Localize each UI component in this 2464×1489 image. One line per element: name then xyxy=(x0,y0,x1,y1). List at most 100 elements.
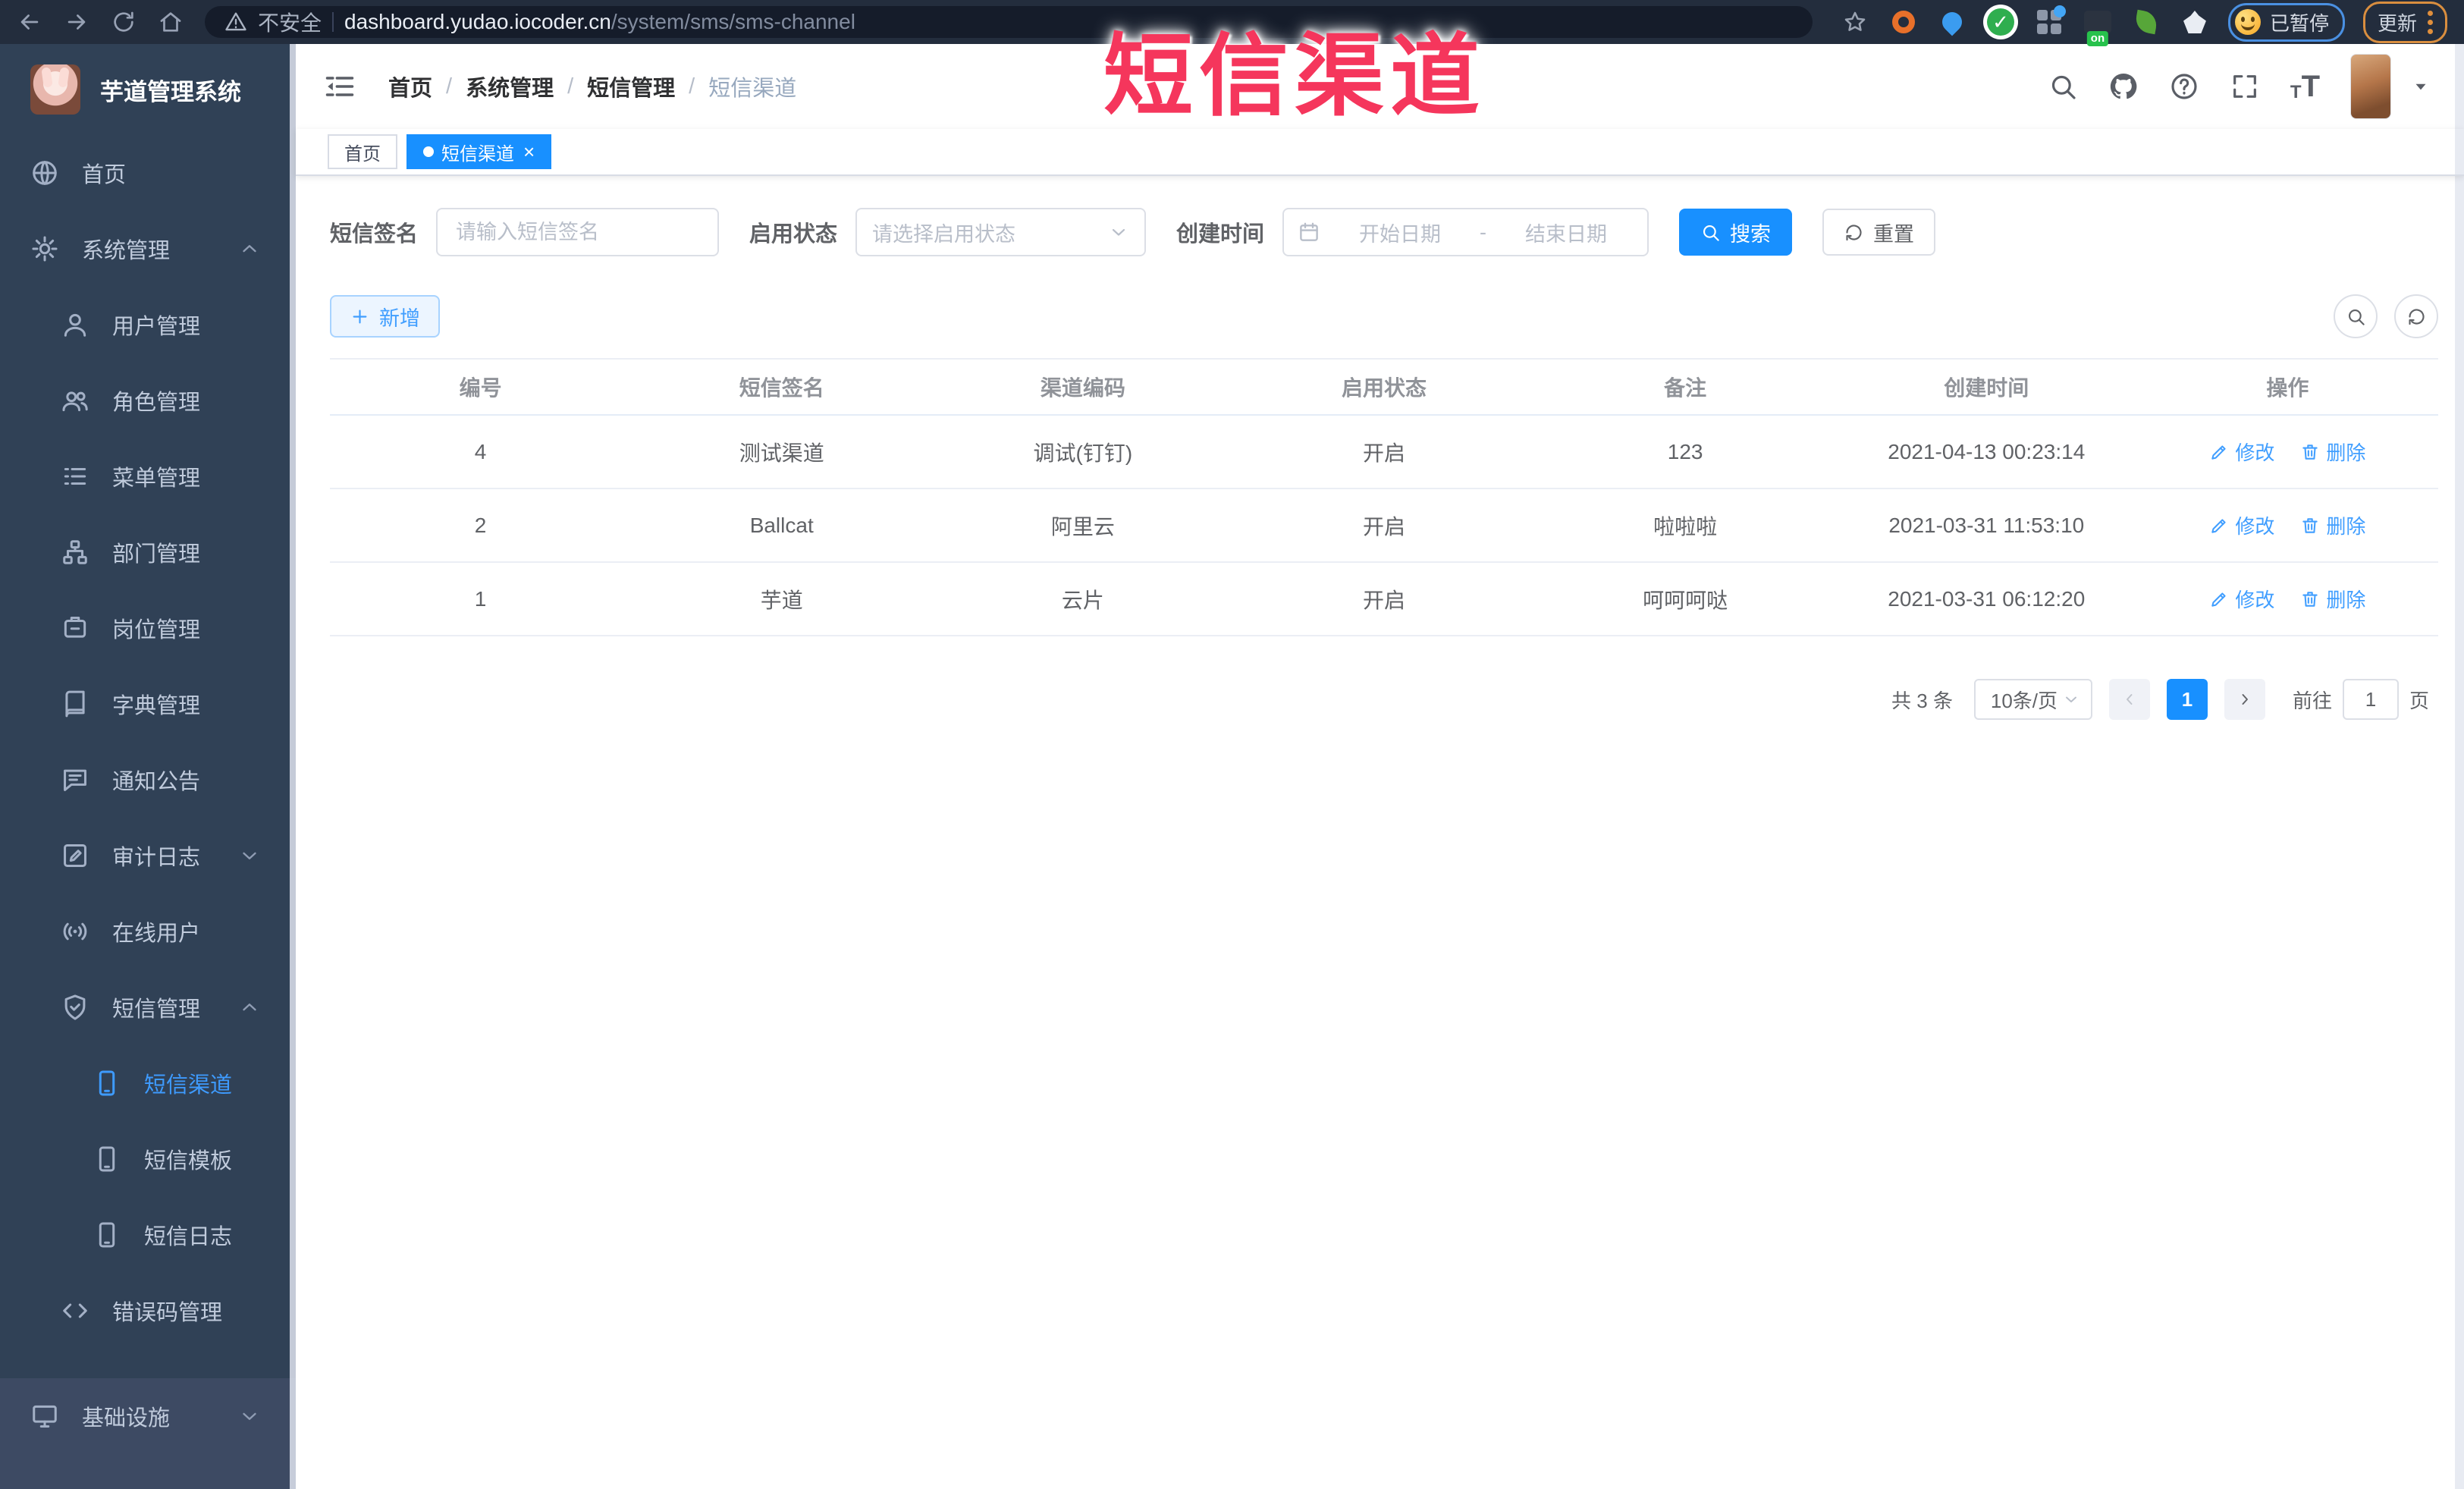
sidebar-item-dict[interactable]: 字典管理 xyxy=(0,666,296,742)
search-icon xyxy=(1700,222,1721,243)
browser-reload-icon[interactable] xyxy=(111,9,137,35)
extension-leaf-icon[interactable] xyxy=(2131,7,2161,37)
fullscreen-icon[interactable] xyxy=(2230,71,2260,102)
sidebar-item-audit-log[interactable]: 审计日志 xyxy=(0,818,296,894)
sidebar-scrollbar[interactable] xyxy=(290,44,296,1489)
delete-link[interactable]: 删除 xyxy=(2300,511,2365,539)
extension-green-check-icon[interactable]: ✓ xyxy=(1985,7,2016,37)
search-button[interactable]: 搜索 xyxy=(1679,209,1793,256)
chevron-down-icon xyxy=(238,844,261,867)
status-select[interactable]: 请选择启用状态 xyxy=(855,208,1147,256)
badge-icon xyxy=(61,614,89,642)
table-header-row: 编号 短信签名 渠道编码 启用状态 备注 创建时间 操作 xyxy=(330,358,2438,416)
sidebar-item-error-code[interactable]: 错误码管理 xyxy=(0,1273,296,1349)
help-icon[interactable] xyxy=(2169,71,2199,102)
address-bar[interactable]: 不安全 dashboard.yudao.iocoder.cn/system/sm… xyxy=(205,6,1813,38)
sidebar-item-home[interactable]: 首页 xyxy=(0,135,296,211)
app-logo-row[interactable]: 芋道管理系统 xyxy=(0,44,296,135)
page-scrollbar[interactable] xyxy=(2455,44,2464,1489)
delete-link[interactable]: 删除 xyxy=(2300,438,2365,466)
sidebar-item-sms-log[interactable]: 短信日志 xyxy=(0,1197,296,1273)
next-page-button[interactable] xyxy=(2224,679,2265,720)
prev-page-button[interactable] xyxy=(2108,679,2150,720)
start-date-placeholder: 开始日期 xyxy=(1359,222,1442,246)
sidebar-item-sms-template[interactable]: 短信模板 xyxy=(0,1121,296,1197)
sidebar-item-role[interactable]: 角色管理 xyxy=(0,363,296,438)
tab-label: 短信渠道 xyxy=(441,143,514,165)
search-icon[interactable] xyxy=(2048,71,2078,102)
browser-menu-icon[interactable] xyxy=(2428,10,2433,34)
sidebar-item-label: 错误码管理 xyxy=(112,1301,223,1325)
paused-extension-badge[interactable]: 已暂停 xyxy=(2227,2,2345,42)
delete-link[interactable]: 删除 xyxy=(2300,585,2365,613)
current-page-button[interactable]: 1 xyxy=(2166,679,2208,720)
edit-link[interactable]: 修改 xyxy=(2209,511,2274,539)
extension-puzzle-icon[interactable] xyxy=(2180,7,2210,37)
github-icon[interactable] xyxy=(2108,71,2139,102)
cell-remark: 123 xyxy=(1667,439,1703,463)
sidebar-item-user[interactable]: 用户管理 xyxy=(0,287,296,363)
users-icon xyxy=(61,386,89,415)
sidebar-item-label: 短信日志 xyxy=(144,1225,233,1249)
breadcrumb-separator: / xyxy=(689,74,695,99)
browser-forward-icon[interactable] xyxy=(64,9,89,35)
table-row: 1 芋道 云片 开启 呵呵呵哒 2021-03-31 06:12:20 修改 删除 xyxy=(330,563,2438,636)
header-actions: TT xyxy=(2048,54,2431,119)
search-icon xyxy=(2346,306,2366,327)
cell-sign: 芋道 xyxy=(760,588,803,612)
status-placeholder: 请选择启用状态 xyxy=(872,222,1016,246)
total-count: 共 3 条 xyxy=(1891,689,1953,712)
sidebar-item-system[interactable]: 系统管理 xyxy=(0,211,296,287)
sidebar-item-sms-channel[interactable]: 短信渠道 xyxy=(0,1045,296,1121)
sidebar-item-post[interactable]: 岗位管理 xyxy=(0,590,296,666)
tab-首页[interactable]: 首页 xyxy=(328,134,397,169)
sign-input[interactable] xyxy=(436,208,720,256)
monitor-icon xyxy=(30,1402,59,1431)
goto-page-input[interactable] xyxy=(2342,679,2399,720)
date-range-picker[interactable]: 开始日期 - 结束日期 xyxy=(1282,208,1649,256)
edit-link[interactable]: 修改 xyxy=(2209,438,2274,466)
reset-button[interactable]: 重置 xyxy=(1822,209,1936,256)
avatar-caret-icon[interactable] xyxy=(2411,77,2431,96)
breadcrumb-item[interactable]: 系统管理 xyxy=(466,71,554,102)
add-button[interactable]: 新增 xyxy=(330,295,440,338)
cell-sign: Ballcat xyxy=(749,513,814,537)
dictionary-icon xyxy=(61,690,89,718)
browser-back-icon[interactable] xyxy=(17,9,42,35)
extension-grid-icon[interactable] xyxy=(2034,5,2066,37)
avatar[interactable] xyxy=(2350,54,2391,119)
page-size-select[interactable]: 10条/页 xyxy=(1973,679,2092,720)
sidebar-item-notice[interactable]: 通知公告 xyxy=(0,742,296,818)
active-tab-dot-icon xyxy=(423,146,434,157)
cell-actions: 修改 删除 xyxy=(2137,511,2438,539)
collapse-sidebar-icon[interactable] xyxy=(323,70,356,103)
sidebar-item-infra[interactable]: 基础设施 xyxy=(0,1378,296,1454)
breadcrumb-item[interactable]: 首页 xyxy=(388,71,432,102)
sidebar-item-dept[interactable]: 部门管理 xyxy=(0,514,296,590)
browser-extensions: ✓ on 已暂停 更新 xyxy=(1840,1,2447,46)
bookmark-star-icon[interactable] xyxy=(1840,7,1870,37)
edit-link[interactable]: 修改 xyxy=(2209,585,2274,613)
close-tab-icon[interactable]: × xyxy=(523,142,535,162)
time-label: 创建时间 xyxy=(1176,222,1265,247)
sidebar-item-label: 短信渠道 xyxy=(144,1073,233,1098)
browser-update-button[interactable]: 更新 xyxy=(2362,1,2447,43)
sidebar-item-online-user[interactable]: 在线用户 xyxy=(0,894,296,969)
extension-dark-on-icon[interactable]: on xyxy=(2083,7,2113,46)
sidebar-item-menu[interactable]: 菜单管理 xyxy=(0,438,296,514)
sidebar-item-sms[interactable]: 短信管理 xyxy=(0,969,296,1045)
cell-code: 调试(钉钉) xyxy=(1033,441,1133,465)
browser-home-icon[interactable] xyxy=(158,9,184,35)
cell-remark: 啦啦啦 xyxy=(1653,514,1718,539)
extension-orange-ring-icon[interactable] xyxy=(1888,7,1919,37)
chevron-up-icon xyxy=(238,996,261,1019)
sidebar-item-label: 用户管理 xyxy=(112,315,201,339)
font-size-icon[interactable]: TT xyxy=(2290,71,2320,102)
extension-blue-drop-icon[interactable] xyxy=(1937,7,1967,37)
tab-短信渠道[interactable]: 短信渠道 × xyxy=(406,134,552,169)
sidebar-item-label: 短信管理 xyxy=(112,997,201,1022)
toggle-search-button[interactable] xyxy=(2334,294,2378,338)
cell-id: 1 xyxy=(474,586,487,611)
breadcrumb-item[interactable]: 短信管理 xyxy=(587,71,675,102)
refresh-table-button[interactable] xyxy=(2394,294,2438,338)
